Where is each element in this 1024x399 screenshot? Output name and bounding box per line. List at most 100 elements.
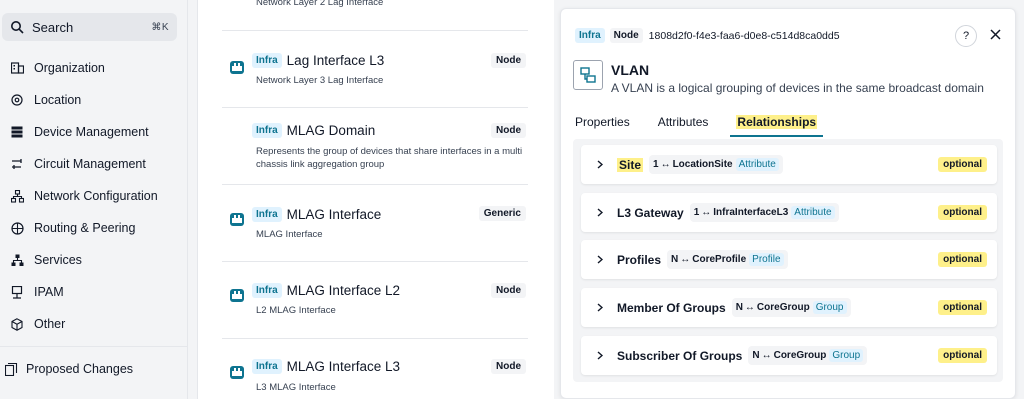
sidebar-nav: Organization Location Device Management … bbox=[0, 52, 188, 340]
list-item[interactable]: Infra MLAG Interface L3 L3 MLAG Interfac… bbox=[222, 339, 528, 399]
namespace-badge: Infra bbox=[575, 28, 605, 43]
chevron-right-icon bbox=[597, 208, 607, 217]
schema-node-icon bbox=[230, 61, 244, 74]
tab-relationships-label: Relationships bbox=[736, 115, 818, 129]
sidebar-item-device-management[interactable]: Device Management bbox=[0, 116, 188, 148]
relationship-cardinality: N bbox=[671, 254, 679, 265]
sidebar-item-label: IPAM bbox=[34, 285, 64, 299]
relationship-cardinality: N bbox=[752, 350, 760, 361]
relationship-name: Site bbox=[617, 157, 644, 172]
tab-attributes[interactable]: Attributes bbox=[658, 113, 709, 137]
sidebar-item-location[interactable]: Location bbox=[0, 84, 188, 116]
relationship-cardinality: N bbox=[735, 302, 743, 313]
chevron-right-icon bbox=[597, 160, 607, 169]
panel-tabs: Properties Attributes Relationships bbox=[575, 113, 851, 137]
optional-badge: optional bbox=[938, 300, 987, 315]
panel-header: Infra Node 1808d2f0-f4e3-faa6-d0e8-c514d… bbox=[575, 28, 840, 43]
list-item-description: L3 MLAG Interface bbox=[256, 382, 336, 393]
sidebar-divider bbox=[0, 346, 188, 347]
list-item[interactable]: Infra MLAG Domain Represents the group o… bbox=[222, 108, 528, 185]
schema-node-icon bbox=[230, 213, 244, 226]
list-item-description: L2 MLAG Interface bbox=[256, 305, 336, 316]
sidebar-item-label: Services bbox=[34, 253, 82, 267]
relationship-peer-badge: N ↔ CoreGroup Group bbox=[748, 346, 868, 365]
tab-relationships[interactable]: Relationships bbox=[730, 113, 824, 137]
sidebar-item-label: Location bbox=[34, 93, 82, 107]
schema-node-icon bbox=[230, 366, 244, 379]
relationship-arrow: ↔ bbox=[744, 302, 755, 313]
sidebar-item-label: Routing & Peering bbox=[34, 221, 136, 235]
search-shortcut: ⌘K bbox=[151, 21, 169, 33]
namespace-badge: Infra bbox=[252, 53, 282, 68]
list-item[interactable]: Infra MLAG Interface L2 L2 MLAG Interfac… bbox=[222, 262, 528, 339]
relationship-row-site[interactable]: Site 1 ↔ LocationSite Attribute optional bbox=[581, 145, 997, 184]
relationship-row-l3-gateway[interactable]: L3 Gateway 1 ↔ InfraInterfaceL3 Attribut… bbox=[581, 193, 997, 232]
optional-badge: optional bbox=[938, 252, 987, 267]
namespace-badge: Infra bbox=[252, 123, 282, 138]
list-item-title: Lag Interface L3 bbox=[286, 53, 385, 68]
relationship-arrow: ↔ bbox=[761, 350, 772, 361]
relationship-peer: InfraInterfaceL3 bbox=[713, 207, 789, 218]
namespace-badge: Infra bbox=[252, 207, 282, 222]
list-item-title: MLAG Domain bbox=[286, 123, 376, 138]
sidebar-item-other[interactable]: Other bbox=[0, 308, 188, 340]
kind-badge: Node bbox=[491, 283, 526, 298]
relationship-kind: Attribute bbox=[735, 158, 779, 171]
relationship-peer-badge: 1 ↔ LocationSite Attribute bbox=[649, 155, 783, 174]
chevron-right-icon bbox=[597, 255, 607, 264]
sidebar-item-label: Circuit Management bbox=[34, 157, 146, 171]
proposed-changes-label: Proposed Changes bbox=[26, 362, 134, 376]
sidebar-item-ipam[interactable]: IPAM bbox=[0, 276, 188, 308]
sidebar-item-label: Organization bbox=[34, 61, 105, 75]
schema-type-icon bbox=[573, 60, 603, 90]
kind-badge: Generic bbox=[478, 206, 526, 221]
relationship-row-subscriber-of-groups[interactable]: Subscriber Of Groups N ↔ CoreGroup Group… bbox=[581, 336, 997, 375]
schema-title: VLAN bbox=[611, 62, 650, 78]
list-item-fragment-divider bbox=[222, 0, 528, 31]
close-button[interactable] bbox=[987, 25, 1003, 47]
relationship-peer: LocationSite bbox=[672, 159, 733, 170]
search-button[interactable]: Search ⌘K bbox=[2, 13, 177, 41]
relationship-arrow: ↔ bbox=[701, 207, 712, 218]
relationship-name: Member Of Groups bbox=[617, 300, 726, 315]
cube-icon bbox=[10, 317, 24, 331]
sidebar-item-network-configuration[interactable]: Network Configuration bbox=[0, 180, 188, 212]
routing-icon bbox=[10, 221, 24, 235]
tab-properties[interactable]: Properties bbox=[575, 113, 630, 137]
schema-detail-panel: Infra Node 1808d2f0-f4e3-faa6-d0e8-c514d… bbox=[560, 8, 1016, 399]
sidebar-item-label: Device Management bbox=[34, 125, 149, 139]
relationship-name: L3 Gateway bbox=[617, 205, 684, 220]
relationship-row-profiles[interactable]: Profiles N ↔ CoreProfile Profile optiona… bbox=[581, 240, 997, 279]
sidebar-item-services[interactable]: Services bbox=[0, 244, 188, 276]
circuit-icon bbox=[10, 157, 24, 171]
sidebar-item-label: Network Configuration bbox=[34, 189, 158, 203]
relationship-peer-badge: N ↔ CoreGroup Group bbox=[731, 298, 851, 317]
help-button[interactable]: ? bbox=[955, 25, 977, 47]
schema-list: Network Layer 2 Lag Interface Infra Lag … bbox=[197, 0, 554, 399]
schema-id: 1808d2f0-f4e3-faa6-d0e8-c514d8ca0dd5 bbox=[648, 29, 840, 42]
namespace-badge: Infra bbox=[252, 359, 282, 374]
proposed-changes-link[interactable]: Proposed Changes bbox=[4, 362, 133, 376]
list-item-title: MLAG Interface L2 bbox=[286, 283, 400, 298]
sidebar-item-organization[interactable]: Organization bbox=[0, 52, 188, 84]
relationship-row-member-of-groups[interactable]: Member Of Groups N ↔ CoreGroup Group opt… bbox=[581, 288, 997, 327]
relationship-name: Profiles bbox=[617, 252, 662, 267]
relationship-peer: CoreGroup bbox=[756, 302, 810, 313]
server-icon bbox=[10, 125, 24, 139]
services-icon bbox=[10, 253, 24, 267]
sidebar-item-routing-peering[interactable]: Routing & Peering bbox=[0, 212, 188, 244]
list-item[interactable]: Infra MLAG Interface MLAG Interface Gene… bbox=[222, 185, 528, 262]
network-icon bbox=[10, 189, 24, 203]
relationship-name: Subscriber Of Groups bbox=[617, 348, 743, 363]
namespace-badge: Infra bbox=[252, 283, 282, 298]
list-item[interactable]: Infra Lag Interface L3 Network Layer 3 L… bbox=[222, 31, 528, 108]
relationship-kind: Group bbox=[829, 349, 864, 362]
kind-badge: Node bbox=[491, 123, 526, 138]
search-icon bbox=[10, 20, 24, 34]
optional-badge: optional bbox=[938, 205, 987, 220]
sidebar-item-label: Other bbox=[34, 317, 66, 331]
ipam-icon bbox=[10, 285, 24, 299]
sidebar: Search ⌘K Organization Location Device M… bbox=[0, 0, 188, 399]
relationship-cardinality: 1 bbox=[693, 207, 700, 218]
sidebar-item-circuit-management[interactable]: Circuit Management bbox=[0, 148, 188, 180]
